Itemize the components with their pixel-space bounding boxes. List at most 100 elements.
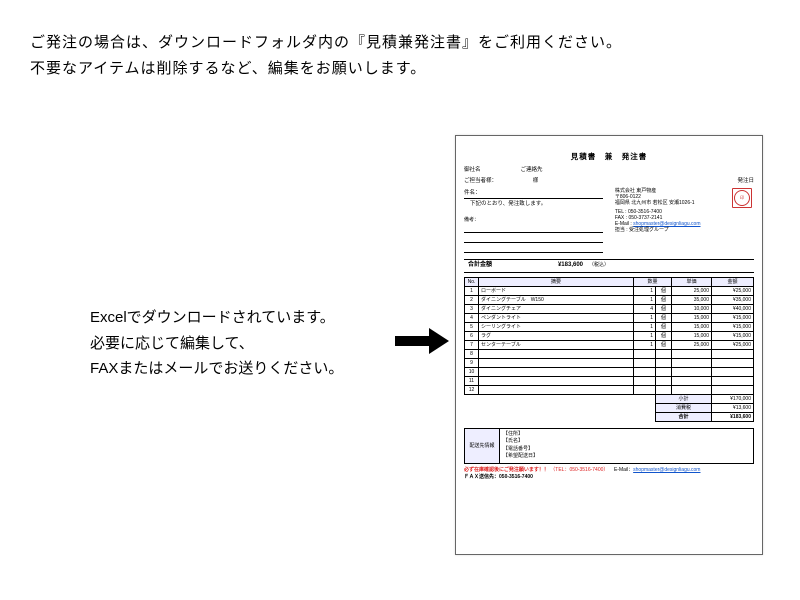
table-row: 2ダイニングテーブル W1501個35,000¥35,000 [465, 295, 754, 304]
subtotal-row: 小計 ¥170,000 [465, 394, 754, 403]
cell-name: ダイニングテーブル W150 [479, 295, 634, 304]
footer-tel: 050-3516-7400 [569, 467, 603, 473]
cell-no: 6 [465, 331, 479, 340]
cell-amount: ¥15,000 [712, 313, 754, 322]
cell-name [479, 385, 634, 394]
cell-qty: 1 [634, 286, 656, 295]
cell-unit: 個 [656, 313, 672, 322]
cell-qty [634, 385, 656, 394]
arrow-icon [395, 330, 450, 352]
person-suffix: 様 [533, 178, 539, 184]
cell-no: 3 [465, 304, 479, 313]
cell-unit [656, 349, 672, 358]
delivery-name: 【氏名】 [503, 438, 750, 446]
cell-name [479, 349, 634, 358]
total-label: 合計 [656, 412, 712, 421]
table-row: 3ダイニングチェア4個10,000¥40,000 [465, 304, 754, 313]
cell-name: シーリングライト [479, 322, 634, 331]
cell-no: 7 [465, 340, 479, 349]
cell-price [672, 367, 712, 376]
cell-amount [712, 349, 754, 358]
cell-price [672, 349, 712, 358]
cell-name [479, 376, 634, 385]
cell-amount: ¥40,000 [712, 304, 754, 313]
callout-line3: FAXまたはメールでお送りください。 [90, 356, 343, 382]
subject-label: 件名： [464, 190, 481, 196]
cell-price [672, 376, 712, 385]
cell-unit [656, 376, 672, 385]
subtotal-value: ¥170,000 [712, 394, 754, 403]
footer-tel-l: （TEL： [550, 467, 569, 473]
remark-label: 備考： [464, 217, 603, 223]
instruction-line1: ご発注の場合は、ダウンロードフォルダ内の『見積兼発注書』をご利用ください。 [30, 30, 622, 56]
cell-amount: ¥15,000 [712, 331, 754, 340]
cell-price: 25,000 [672, 286, 712, 295]
cell-qty: 1 [634, 313, 656, 322]
th-qty: 数量 [634, 277, 672, 286]
cell-amount [712, 358, 754, 367]
table-row: 11 [465, 376, 754, 385]
cell-amount [712, 367, 754, 376]
th-price: 単価 [672, 277, 712, 286]
items-table: No. 摘要 数量 単価 金額 1ローボード1個25,000¥25,0002ダイ… [464, 277, 754, 422]
cell-qty: 1 [634, 295, 656, 304]
company-label: 御社名 [464, 167, 481, 174]
instruction-text: ご発注の場合は、ダウンロードフォルダ内の『見積兼発注書』をご利用ください。 不要… [30, 30, 622, 81]
footer-mail-link[interactable]: shopmaster@designliagu.com [633, 467, 700, 473]
cell-unit [656, 367, 672, 376]
cell-amount: ¥25,000 [712, 286, 754, 295]
cell-unit: 個 [656, 340, 672, 349]
delivery-label: 配送先情報 [465, 429, 500, 463]
cell-no: 5 [465, 322, 479, 331]
doc-title: 見積書 兼 発注書 [464, 152, 754, 161]
cell-unit: 個 [656, 286, 672, 295]
footer-mail-l: E-Mail： [614, 467, 633, 473]
delivery-wish: 【希望配送日】 [503, 453, 750, 461]
cell-no: 12 [465, 385, 479, 394]
cell-price: 25,000 [672, 340, 712, 349]
callout-line2: 必要に応じて編集して、 [90, 331, 343, 357]
grand-total-label: 合計金額 [464, 262, 523, 269]
th-name: 摘要 [479, 277, 634, 286]
cell-no: 8 [465, 349, 479, 358]
cell-unit [656, 358, 672, 367]
supplier-group-label: 担当 : [615, 227, 628, 233]
footer-warn: 必ず在庫確認後にご発注願います！！ [464, 467, 549, 473]
cell-qty: 4 [634, 304, 656, 313]
cell-price: 15,000 [672, 322, 712, 331]
table-row: 7センターテーブル1個25,000¥25,000 [465, 340, 754, 349]
instruction-line2: 不要なアイテムは削除するなど、編集をお願いします。 [30, 56, 622, 82]
cell-name: ローボード [479, 286, 634, 295]
cell-price: 35,000 [672, 295, 712, 304]
cell-name: ラグ [479, 331, 634, 340]
cell-unit: 個 [656, 331, 672, 340]
footer-note: 必ず在庫確認後にご発注願います！！ （TEL：050-3516-7400） E-… [464, 467, 754, 482]
cell-no: 4 [465, 313, 479, 322]
subtotal-label: 小計 [656, 394, 712, 403]
cell-name: ペンダントライト [479, 313, 634, 322]
cell-no: 11 [465, 376, 479, 385]
delivery-addr: 【住所】 [503, 431, 750, 439]
delivery-info-box: 配送先情報 【住所】 【氏名】 【電話番号】 【希望配送日】 [464, 428, 754, 464]
cell-name [479, 358, 634, 367]
order-date-label: 発注日 [737, 178, 754, 185]
cell-no: 2 [465, 295, 479, 304]
footer-fax-l: ＦＡＸ送信先： [464, 474, 499, 480]
cell-name [479, 367, 634, 376]
cell-qty: 1 [634, 322, 656, 331]
table-row: 10 [465, 367, 754, 376]
cell-price: 10,000 [672, 304, 712, 313]
subject-text: 下記のとおり、発注致します。 [464, 199, 603, 208]
footer-tel-r: ） [603, 467, 608, 473]
hanko-stamp-icon: 印 [732, 188, 752, 208]
cell-no: 10 [465, 367, 479, 376]
table-row: 6ラグ1個15,000¥15,000 [465, 331, 754, 340]
table-row: 5シーリングライト1個15,000¥15,000 [465, 322, 754, 331]
cell-price [672, 385, 712, 394]
cell-unit: 個 [656, 295, 672, 304]
cell-amount: ¥25,000 [712, 340, 754, 349]
cell-amount [712, 376, 754, 385]
footer-fax: 050-3516-7400 [499, 474, 533, 480]
table-header-row: No. 摘要 数量 単価 金額 [465, 277, 754, 286]
cell-name: センターテーブル [479, 340, 634, 349]
